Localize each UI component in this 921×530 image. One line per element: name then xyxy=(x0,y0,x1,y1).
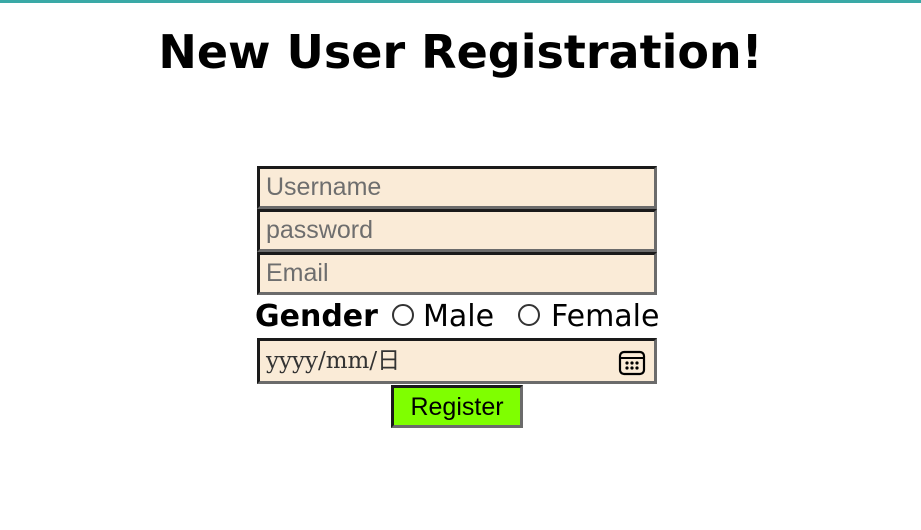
username-field[interactable] xyxy=(257,166,657,209)
calendar-icon[interactable] xyxy=(618,348,646,376)
gender-male-radio[interactable] xyxy=(392,304,414,326)
email-field[interactable] xyxy=(257,252,657,295)
password-field[interactable] xyxy=(257,209,657,252)
gender-male-label[interactable]: Male xyxy=(423,297,494,337)
birthdate-field[interactable]: yyyy/mm/日 xyxy=(257,338,657,384)
gender-label: Gender xyxy=(255,299,378,334)
gender-female-radio[interactable] xyxy=(518,304,540,326)
gender-row: Gender Male Female xyxy=(255,297,665,337)
registration-form: Gender Male Female yyyy/mm/日 Register xyxy=(0,0,921,530)
gender-female-label[interactable]: Female xyxy=(551,297,659,337)
register-button[interactable]: Register xyxy=(391,385,523,428)
date-placeholder: yyyy/mm/日 xyxy=(266,348,401,374)
